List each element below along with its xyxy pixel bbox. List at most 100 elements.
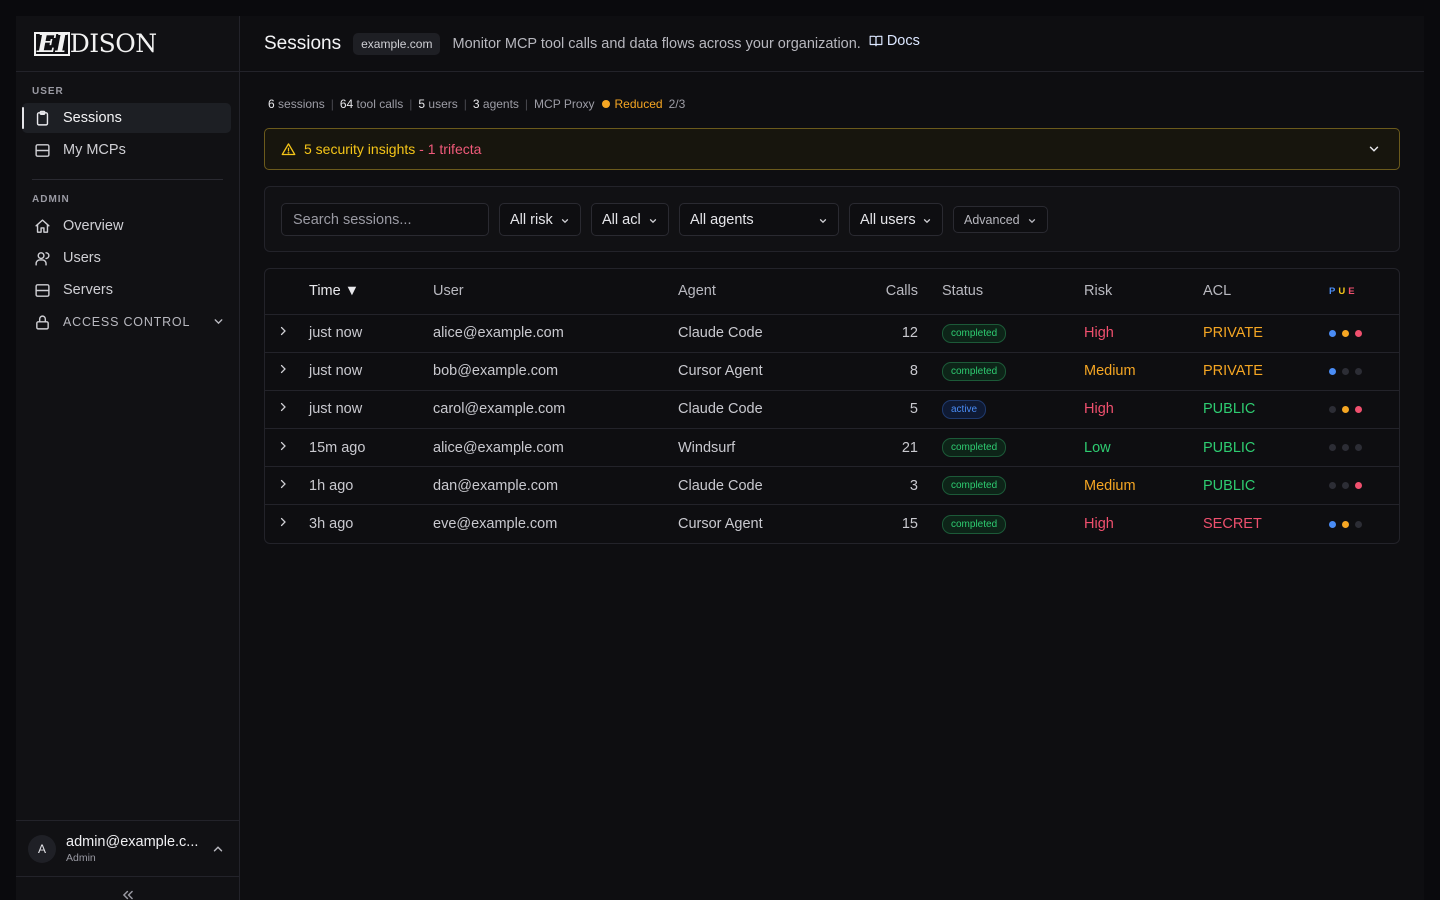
advanced-filter-button[interactable]: Advanced xyxy=(953,206,1048,233)
sidebar-item-overview[interactable]: Overview xyxy=(22,211,231,241)
session-stats: 6 sessions | 64 tool calls | 5 users | 3… xyxy=(268,97,685,111)
sidebar-item-label: Overview xyxy=(63,218,124,234)
cell-pue xyxy=(1329,390,1399,430)
chevron-down-icon xyxy=(214,319,223,325)
cell-user: dan@example.com xyxy=(433,466,678,506)
cell-acl: PUBLIC xyxy=(1203,428,1329,468)
cell-calls: 12 xyxy=(858,314,942,353)
expand-cell[interactable] xyxy=(265,314,309,353)
sidebar-item-access-control[interactable]: ACCESS CONTROL xyxy=(22,307,231,337)
table-row[interactable]: 1h ago dan@example.com Claude Code 3 com… xyxy=(265,466,1399,506)
pue-dot-u xyxy=(1342,444,1349,452)
table-row[interactable]: just now bob@example.com Cursor Agent 8 … xyxy=(265,352,1399,391)
clipboard-icon xyxy=(36,110,49,126)
collapse-sidebar-button[interactable] xyxy=(16,876,239,900)
sidebar-item-my-mcps[interactable]: My MCPs xyxy=(22,135,231,165)
cell-pue xyxy=(1329,314,1399,353)
users-filter[interactable]: All users xyxy=(849,203,943,236)
filter-bar: All risk All acl All agents All users Ad… xyxy=(264,186,1400,252)
insights-text: 5 security insights - 1 trifecta xyxy=(304,141,481,157)
sidebar-item-label: Sessions xyxy=(63,110,122,126)
column-header-time[interactable]: Time ▼ xyxy=(309,269,433,315)
book-icon xyxy=(869,35,883,46)
column-header-status[interactable]: Status xyxy=(942,269,1084,315)
separator: | xyxy=(524,97,529,111)
sidebar-divider xyxy=(32,179,223,180)
pue-dot-e xyxy=(1355,444,1362,452)
search-input[interactable] xyxy=(281,203,489,236)
pue-dot-u xyxy=(1342,482,1349,490)
page-subtitle: Monitor MCP tool calls and data flows ac… xyxy=(452,35,861,52)
docs-link[interactable]: Docs xyxy=(869,33,920,49)
insights-count: 5 security insights xyxy=(304,141,416,157)
pue-dot-e xyxy=(1355,329,1362,337)
chevron-right-icon xyxy=(280,441,286,450)
column-header-agent[interactable]: Agent xyxy=(678,269,858,315)
column-header-pue: PUE xyxy=(1329,269,1399,315)
expand-cell[interactable] xyxy=(265,466,309,506)
pue-dot-u xyxy=(1342,329,1349,337)
agents-filter[interactable]: All agents xyxy=(679,203,839,236)
table-row[interactable]: just now alice@example.com Claude Code 1… xyxy=(265,314,1399,353)
sidebar-item-servers[interactable]: Servers xyxy=(22,275,231,305)
cell-status: completed xyxy=(942,505,1084,543)
table-row[interactable]: just now carol@example.com Claude Code 5… xyxy=(265,390,1399,430)
stat-sessions-label: sessions xyxy=(278,97,325,111)
cell-time: just now xyxy=(309,314,433,353)
pue-dot-e xyxy=(1355,405,1362,413)
logo-mark: EI xyxy=(34,31,70,56)
domain-badge: example.com xyxy=(353,32,441,55)
status-badge: active xyxy=(942,399,987,419)
cell-agent: Cursor Agent xyxy=(678,516,763,533)
chevron-right-icon xyxy=(280,365,286,374)
expand-cell[interactable] xyxy=(265,505,309,543)
account-menu[interactable]: A admin@example.c... Admin xyxy=(16,820,239,876)
cell-risk: High xyxy=(1084,516,1114,533)
sidebar-item-users[interactable]: Users xyxy=(22,243,231,273)
pue-p-label: P xyxy=(1329,285,1339,297)
cell-acl: PRIVATE xyxy=(1203,352,1329,391)
cell-status: active xyxy=(942,390,1084,430)
column-header-user[interactable]: User xyxy=(433,269,678,315)
edison-logo: EI DISON xyxy=(34,29,157,58)
cell-acl: SECRET xyxy=(1203,516,1262,533)
risk-filter[interactable]: All risk xyxy=(499,203,581,236)
pue-dots xyxy=(1329,482,1399,490)
status-badge: completed xyxy=(942,438,1007,458)
column-header-calls[interactable]: Calls xyxy=(858,269,942,315)
table-row[interactable]: 15m ago alice@example.com Windsurf 21 co… xyxy=(265,428,1399,468)
cell-pue xyxy=(1329,352,1399,391)
column-header-risk[interactable]: Risk xyxy=(1084,269,1203,315)
table-row[interactable]: 3h ago eve@example.com Cursor Agent 15 c… xyxy=(265,505,1399,543)
separator: | xyxy=(330,97,334,111)
warning-icon xyxy=(281,142,296,155)
security-insights-banner[interactable]: 5 security insights - 1 trifecta xyxy=(264,128,1400,170)
chevron-right-icon xyxy=(280,518,286,527)
acl-filter-value: All acl xyxy=(602,211,641,228)
cell-risk: Low xyxy=(1084,428,1203,468)
header: Sessions example.com Monitor MCP tool ca… xyxy=(240,16,1424,72)
status-badge: completed xyxy=(942,514,1007,534)
pue-u-label: U xyxy=(1338,285,1349,297)
pue-dot-p xyxy=(1329,444,1336,452)
acl-filter[interactable]: All acl xyxy=(591,203,669,236)
chevron-right-icon xyxy=(280,326,286,336)
expand-cell[interactable] xyxy=(265,352,309,391)
sidebar-item-sessions[interactable]: Sessions xyxy=(22,103,231,133)
stat-sessions-count: 6 xyxy=(268,97,275,111)
cell-calls: 8 xyxy=(858,352,942,391)
expand-cell[interactable] xyxy=(265,390,309,430)
chevron-up-icon xyxy=(213,846,223,852)
column-header-acl[interactable]: ACL xyxy=(1203,269,1329,315)
cell-time: 15m ago xyxy=(309,428,433,468)
cell-pue xyxy=(1329,466,1399,506)
server-icon xyxy=(35,283,50,297)
expand-cell[interactable] xyxy=(265,428,309,468)
cell-calls: 21 xyxy=(858,428,942,468)
account-meta: admin@example.c... Admin xyxy=(66,834,198,864)
cell-risk: High xyxy=(1084,390,1203,430)
logo[interactable]: EI DISON xyxy=(16,16,239,72)
separator: | xyxy=(463,97,467,111)
docs-label: Docs xyxy=(886,32,920,49)
proxy-status-dot xyxy=(601,100,610,108)
